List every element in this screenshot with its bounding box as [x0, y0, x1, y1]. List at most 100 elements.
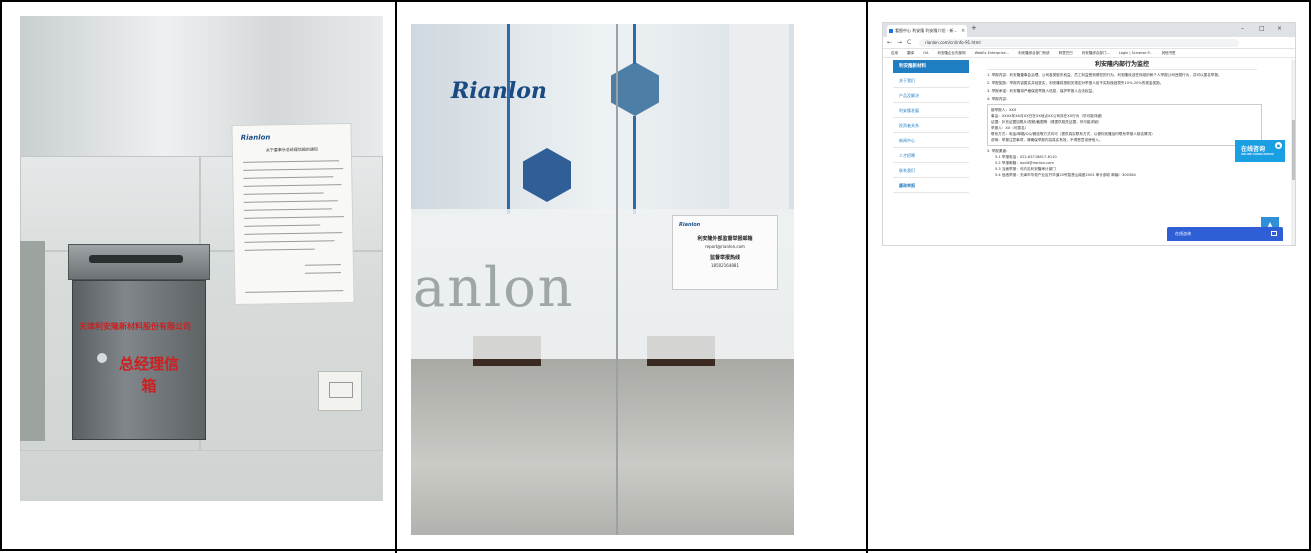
bookmark-item[interactable]: 翻译 [907, 49, 914, 57]
page-content: 利安隆内部行为监控 1. 举报内容：利安隆董事会治理、公司各类股东权益、员工利益… [987, 60, 1277, 240]
grid-divider [866, 2, 868, 553]
door-photo: Rianlon anlon Rianlon 利安隆外部监督举报邮箱 report… [411, 24, 794, 535]
chat-bubble-icon: ● [1275, 142, 1282, 149]
bookmark-item[interactable]: 其他书签 [1162, 49, 1176, 57]
sidebar-item[interactable]: 投资者关系 [893, 118, 969, 133]
light-switch [318, 371, 362, 411]
notice-text-line [304, 264, 341, 266]
close-tab-icon[interactable]: × [961, 25, 965, 37]
sign-email: report@rianlon.com [705, 244, 745, 249]
consult-label: 在线咨询 [1241, 146, 1266, 153]
sidebar-item-active[interactable]: 廉政举报 [893, 178, 969, 193]
online-consult-button[interactable]: 在线咨询 ONLINE CONSULTATION ● [1235, 140, 1285, 162]
report-sign: Rianlon 利安隆外部监督举报邮箱 report@rianlon.com 监… [672, 215, 778, 290]
notice-text-line [243, 168, 344, 171]
door-frame [20, 241, 45, 441]
mailbox: 天津利安隆新材料股份有限公司 总经理信箱 [68, 244, 210, 444]
notice-text-line [244, 216, 345, 219]
sidebar-title: 利安隆新材料 [893, 60, 969, 73]
sidebar-item[interactable]: 人才招聘 [893, 148, 969, 163]
notice-text-line [243, 208, 332, 211]
sign-hotline-label: 监督举报热线 [709, 255, 740, 261]
notice-title: 关于董事长总经理信箱的通知 [265, 146, 318, 153]
sign-phone: 18502164881 [711, 263, 739, 268]
notice-text-line [244, 240, 335, 243]
sign-logo: Rianlon [679, 222, 701, 228]
image-grid: Rianlon 关于董事长总经理信箱的通知 天津利安隆新材料股份有限公司 总经理… [0, 0, 1311, 553]
chat-widget-bar[interactable]: 在线咨询 [1167, 227, 1283, 241]
grid-divider [395, 2, 397, 553]
chat-label: 在线咨询 [1175, 231, 1191, 236]
decor-line [507, 24, 510, 214]
maximize-chat-icon[interactable] [1271, 231, 1277, 236]
door-gap [616, 24, 618, 535]
sidebar-item[interactable]: 新闻中心 [893, 133, 969, 148]
bookmark-item[interactable]: Login | Sciverse P... [1119, 49, 1153, 57]
mailbox-company: 天津利安隆新材料股份有限公司 [79, 322, 191, 331]
mailbox-lid [68, 244, 210, 280]
bookmark-item[interactable]: OA [923, 49, 928, 57]
maximize-icon[interactable]: □ [1259, 25, 1265, 32]
tab-title: 看图中心 利安隆 利安隆介绍 - 新... [895, 28, 958, 33]
content-paragraph: 1. 举报内容：利安隆董事会治理、公司各类股东权益、员工利益受到侵犯的行为，利安… [987, 73, 1222, 77]
page-title: 利安隆内部行为监控 [987, 60, 1257, 70]
bookmark-item[interactable]: 利安隆综合部门系统 [1018, 49, 1050, 57]
bookmark-item[interactable]: 应用 [891, 49, 898, 57]
back-icon[interactable]: ← [887, 39, 892, 46]
sidebar-item[interactable]: 关于我们 [893, 73, 969, 88]
channel-line: 5.4 信函举报：天津市华苑产业区开华道20号智慧山南座2002 审计部收 邮编… [995, 173, 1136, 177]
scrollbar[interactable] [1291, 60, 1295, 245]
decor-line [633, 116, 636, 214]
browser-screenshot: 看图中心 利安隆 利安隆介绍 - 新... × + – □ × ← → C ri… [882, 22, 1296, 246]
notice-text-line [245, 290, 344, 293]
content-paragraph: 4. 举报内容： [987, 97, 1010, 101]
content-paragraph: 2. 举报奖励：举报内容属实并经查实，利安隆将按相关规定对举报人给予实际挽回损失… [987, 81, 1164, 85]
notice-text-line [243, 184, 342, 187]
browser-tab[interactable]: 看图中心 利安隆 利安隆介绍 - 新... × [887, 25, 967, 37]
notice-text-line [244, 248, 315, 251]
site-sidebar: 利安隆新材料 关于我们 产品及解决 利安隆发展 投资者关系 新闻中心 人才招聘 … [893, 60, 969, 210]
mailbox-photo: Rianlon 关于董事长总经理信箱的通知 天津利安隆新材料股份有限公司 总经理… [20, 16, 383, 501]
minimize-icon[interactable]: – [1241, 25, 1244, 32]
notice-text-line [244, 232, 343, 235]
forward-icon[interactable]: → [897, 39, 902, 46]
sidebar-item[interactable]: 产品及解决 [893, 88, 969, 103]
reload-icon[interactable]: C [907, 39, 911, 46]
bookmark-item[interactable]: 利安隆企业内部网 [937, 49, 965, 57]
bookmark-item[interactable]: 利安隆综合部门... [1082, 49, 1110, 57]
address-bar: ← → C rianlon.com/cn/info-91.html [883, 37, 1295, 49]
lock-icon [97, 353, 107, 363]
notice-text-line [244, 224, 321, 227]
mailbox-slot [89, 255, 183, 263]
notice-text-line [243, 176, 334, 179]
bookmarks-bar: 应用 翻译 OA 利安隆企业内部网 WebEx Enterprise... 利安… [883, 49, 1295, 58]
scroll-thumb[interactable] [1292, 120, 1295, 180]
notice-text-line [243, 160, 340, 163]
report-template-box: 被举报人：XXX 事由：XXXX年XX月XX日在XX地点XX公司存在XX行为（尽… [987, 104, 1262, 146]
notice-text-line [305, 272, 342, 274]
close-window-icon[interactable]: × [1277, 25, 1282, 32]
glass-logo-text: anlon [413, 256, 575, 319]
bookmark-item[interactable]: 阿里巴巴 [1059, 49, 1073, 57]
mailbox-body: 天津利安隆新材料股份有限公司 总经理信箱 [72, 280, 206, 440]
notice-text-line [243, 200, 338, 203]
notice-sheet: Rianlon 关于董事长总经理信箱的通知 [231, 122, 355, 306]
notice-text-line [243, 192, 324, 195]
consult-sublabel: ONLINE CONSULTATION [1241, 153, 1274, 156]
notice-logo: Rianlon [240, 133, 271, 142]
new-tab-button[interactable]: + [971, 24, 977, 32]
floor [411, 359, 794, 535]
url-field[interactable]: rianlon.com/cn/info-91.html [919, 39, 1239, 47]
sidebar-item[interactable]: 利安隆发展 [893, 103, 969, 118]
wall-panel [729, 24, 789, 209]
wall-tile [20, 156, 200, 251]
favicon-icon [889, 29, 893, 33]
content-paragraph: 3. 举报承诺：利安隆将严格保密举报人信息，保护举报人合法权益。 [987, 89, 1096, 93]
wall-logo: Rianlon [451, 78, 547, 104]
sign-title: 利安隆外部监督举报邮箱 [697, 236, 753, 242]
bookmark-item[interactable]: WebEx Enterprise... [975, 49, 1009, 57]
sidebar-item[interactable]: 联系我们 [893, 163, 969, 178]
tab-bar: 看图中心 利安隆 利安隆介绍 - 新... × + – □ × [883, 23, 1295, 37]
mailbox-title: 总经理信箱 [119, 355, 180, 395]
template-line: 说明：举报注意事项，请确保举报内容真实有效，不得恶意诽谤他人。 [991, 138, 1103, 142]
